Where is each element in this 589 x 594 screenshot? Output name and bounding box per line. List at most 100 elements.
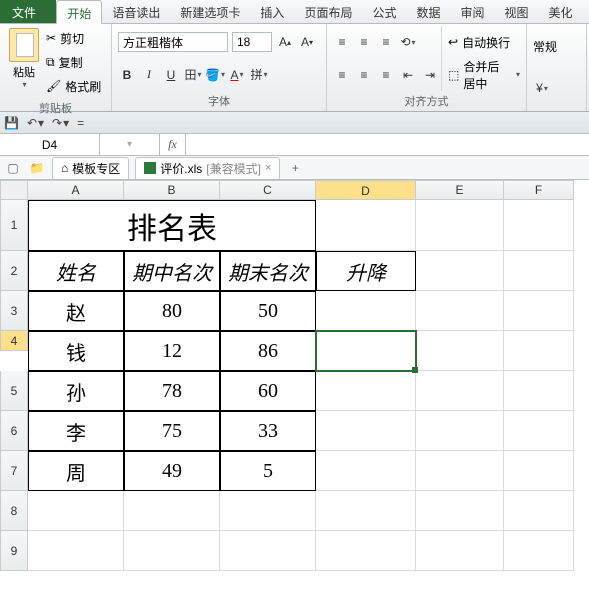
cell[interactable] xyxy=(504,251,574,291)
cell[interactable]: 60 xyxy=(220,371,316,411)
tab-newtab[interactable]: 新建选项卡 xyxy=(170,0,250,23)
select-all-corner[interactable] xyxy=(0,180,28,200)
merge-center-button[interactable]: ⬚合并后居中▾ xyxy=(448,63,520,87)
cell[interactable] xyxy=(220,531,316,571)
copy-button[interactable]: ⧉复制 xyxy=(46,50,101,74)
cell[interactable] xyxy=(316,411,416,451)
row-header-8[interactable]: 8 xyxy=(0,491,28,531)
table-title[interactable]: 排名表 xyxy=(28,200,316,251)
cell[interactable]: 姓名 xyxy=(28,251,124,291)
cell[interactable] xyxy=(316,531,416,571)
tab-view[interactable]: 视图 xyxy=(495,0,539,23)
col-header-F[interactable]: F xyxy=(504,180,574,200)
cell[interactable] xyxy=(416,200,504,251)
row-header-4[interactable]: 4 xyxy=(0,331,28,351)
cell[interactable]: 86 xyxy=(220,331,316,371)
cell[interactable]: 升降 xyxy=(316,251,416,291)
undo-button[interactable]: ↶▾ xyxy=(27,116,44,130)
row-header-1[interactable]: 1 xyxy=(0,200,28,251)
fx-icon[interactable]: fx xyxy=(160,134,186,155)
font-name-select[interactable] xyxy=(118,32,228,52)
cell[interactable]: 孙 xyxy=(28,371,124,411)
cell[interactable] xyxy=(316,371,416,411)
cell[interactable] xyxy=(416,251,504,291)
currency-button[interactable]: ¥▾ xyxy=(533,79,551,97)
open-folder-button[interactable]: 📁 xyxy=(28,159,46,177)
cell[interactable] xyxy=(416,451,504,491)
row-header-7[interactable]: 7 xyxy=(0,451,28,491)
cell[interactable]: 李 xyxy=(28,411,124,451)
cell[interactable] xyxy=(124,531,220,571)
tab-insert[interactable]: 插入 xyxy=(250,0,294,23)
row-header-6[interactable]: 6 xyxy=(0,411,28,451)
paste-button[interactable]: 粘贴 ▾ xyxy=(4,26,44,98)
cell[interactable] xyxy=(28,531,124,571)
cell[interactable] xyxy=(504,491,574,531)
cell[interactable]: 12 xyxy=(124,331,220,371)
cell[interactable]: 49 xyxy=(124,451,220,491)
tab-voice[interactable]: 语音读出 xyxy=(102,0,170,23)
fill-color-button[interactable]: 🪣▾ xyxy=(206,66,224,84)
increase-font-button[interactable]: A▴ xyxy=(276,33,294,51)
cell[interactable] xyxy=(504,411,574,451)
cell[interactable] xyxy=(504,371,574,411)
align-middle-button[interactable]: ≡ xyxy=(355,33,373,51)
tab-page-layout[interactable]: 页面布局 xyxy=(294,0,362,23)
border-button[interactable]: 田▾ xyxy=(184,66,202,84)
cell[interactable]: 期末名次 xyxy=(220,251,316,291)
row-header-5[interactable]: 5 xyxy=(0,371,28,411)
cell[interactable]: 周 xyxy=(28,451,124,491)
align-center-button[interactable]: ≡ xyxy=(355,66,373,84)
cell[interactable] xyxy=(28,491,124,531)
col-header-A[interactable]: A xyxy=(28,180,124,200)
spreadsheet-grid[interactable]: A B C D E F 1 排名表 2 姓名 期中名次 期末名次 升降 3 赵 … xyxy=(0,180,589,571)
cell[interactable] xyxy=(504,331,574,371)
col-header-E[interactable]: E xyxy=(416,180,504,200)
cell[interactable]: 78 xyxy=(124,371,220,411)
cell[interactable] xyxy=(504,200,574,251)
align-left-button[interactable]: ≡ xyxy=(333,66,351,84)
cell[interactable]: 赵 xyxy=(28,291,124,331)
cell[interactable]: 5 xyxy=(220,451,316,491)
cell[interactable] xyxy=(504,291,574,331)
col-header-B[interactable]: B xyxy=(124,180,220,200)
tab-beautify[interactable]: 美化 xyxy=(539,0,583,23)
tab-data[interactable]: 数据 xyxy=(406,0,450,23)
new-sheet-button[interactable]: ▢ xyxy=(4,159,22,177)
italic-button[interactable]: I xyxy=(140,66,158,84)
cell[interactable] xyxy=(316,491,416,531)
chevron-down-icon[interactable]: ▾ xyxy=(127,139,132,150)
col-header-D[interactable]: D xyxy=(316,180,416,200)
close-icon[interactable]: × xyxy=(265,162,271,174)
cell[interactable] xyxy=(416,411,504,451)
cut-button[interactable]: ✂剪切 xyxy=(46,26,101,50)
workbook-tab[interactable]: 评价.xls [兼容模式] × xyxy=(135,157,280,179)
cell[interactable]: 80 xyxy=(124,291,220,331)
decrease-font-button[interactable]: A▾ xyxy=(298,33,316,51)
cell[interactable] xyxy=(504,531,574,571)
underline-button[interactable]: U xyxy=(162,66,180,84)
cell[interactable] xyxy=(416,491,504,531)
add-tab-button[interactable]: + xyxy=(286,159,304,177)
increase-indent-button[interactable]: ⇥ xyxy=(421,66,439,84)
name-box[interactable]: D4 xyxy=(0,134,100,155)
decrease-indent-button[interactable]: ⇤ xyxy=(399,66,417,84)
cell[interactable] xyxy=(416,331,504,371)
orientation-button[interactable]: ⟲▾ xyxy=(399,33,417,51)
cell[interactable]: 期中名次 xyxy=(124,251,220,291)
cell[interactable] xyxy=(124,491,220,531)
active-cell[interactable] xyxy=(316,331,416,371)
row-header-2[interactable]: 2 xyxy=(0,251,28,291)
align-bottom-button[interactable]: ≡ xyxy=(377,33,395,51)
tab-home[interactable]: 开始 xyxy=(56,0,102,24)
align-top-button[interactable]: ≡ xyxy=(333,33,351,51)
cell[interactable]: 33 xyxy=(220,411,316,451)
cell[interactable] xyxy=(416,291,504,331)
bold-button[interactable]: B xyxy=(118,66,136,84)
save-button[interactable]: 💾 xyxy=(4,116,19,130)
number-format-select[interactable]: 常规 xyxy=(533,38,557,55)
cell[interactable] xyxy=(316,451,416,491)
row-header-9[interactable]: 9 xyxy=(0,531,28,571)
qat-customize[interactable]: = xyxy=(77,116,84,130)
tab-file[interactable]: 文件 ▾ xyxy=(0,0,56,23)
